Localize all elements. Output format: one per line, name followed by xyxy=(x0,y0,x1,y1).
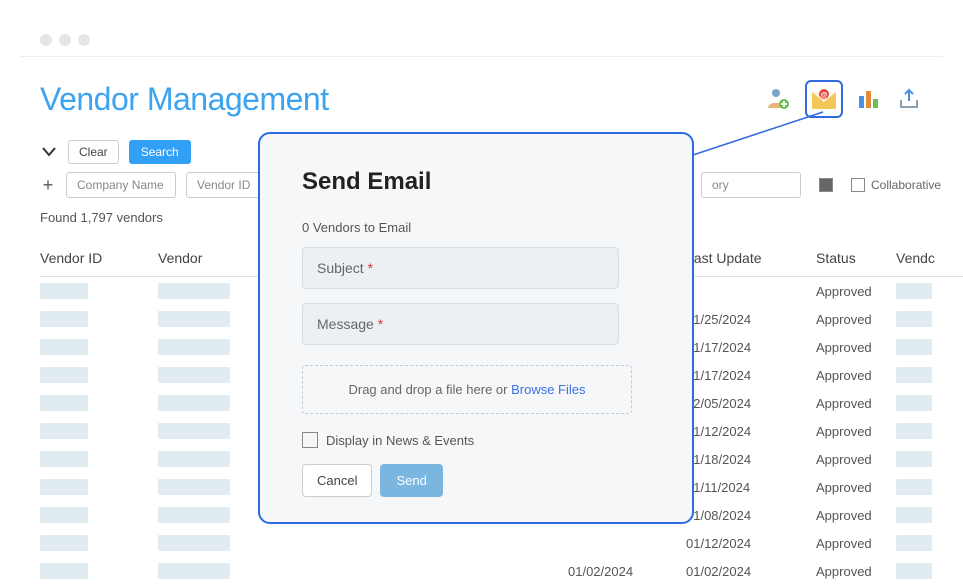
vendor-placeholder-2 xyxy=(896,395,932,411)
vendor-id-placeholder xyxy=(40,563,88,579)
vendor-placeholder xyxy=(158,339,230,355)
modal-title: Send Email xyxy=(302,168,650,196)
company-name-filter[interactable]: Company Name xyxy=(66,172,176,198)
add-user-icon[interactable] xyxy=(765,85,793,113)
cell-status: Approved xyxy=(816,312,896,327)
svg-text:@: @ xyxy=(821,92,828,99)
subject-input[interactable]: Subject * xyxy=(302,247,619,289)
cell-last-update: 01/12/2024 xyxy=(686,424,816,439)
header-divider xyxy=(20,56,943,57)
news-events-label: Display in News & Events xyxy=(326,433,474,448)
vendor-id-placeholder xyxy=(40,507,88,523)
modal-subtext: 0 Vendors to Email xyxy=(302,220,650,235)
vendor-placeholder xyxy=(158,535,230,551)
vendor-id-placeholder xyxy=(40,367,88,383)
reports-icon[interactable] xyxy=(855,85,883,113)
required-icon: * xyxy=(378,316,383,332)
vendor-placeholder xyxy=(158,311,230,327)
vendor-placeholder xyxy=(158,507,230,523)
col-last-update[interactable]: Last Update xyxy=(686,250,816,266)
vendor-placeholder-2 xyxy=(896,535,932,551)
cell-status: Approved xyxy=(816,536,896,551)
vendor-placeholder-2 xyxy=(896,367,932,383)
vendor-placeholder xyxy=(158,423,230,439)
browse-files-link[interactable]: Browse Files xyxy=(511,382,585,397)
vendor-id-placeholder xyxy=(40,423,88,439)
window-traffic-lights xyxy=(40,34,90,46)
vendor-id-placeholder xyxy=(40,395,88,411)
vendor-placeholder-2 xyxy=(896,479,932,495)
cell-last-update: 01/17/2024 xyxy=(686,368,816,383)
page-title: Vendor Management xyxy=(40,81,329,118)
cell-last-update: 01/17/2024 xyxy=(686,340,816,355)
vendor-placeholder-2 xyxy=(896,339,932,355)
col-vendor-2[interactable]: Vendc xyxy=(896,250,956,266)
app-window: Vendor Management @ Clear Search + Compa… xyxy=(0,0,963,588)
category-filter[interactable]: ory xyxy=(701,172,801,198)
message-input[interactable]: Message * xyxy=(302,303,619,345)
cell-last-update: 01/02/2024 xyxy=(686,564,816,579)
vendor-placeholder-2 xyxy=(896,507,932,523)
header-actions: @ xyxy=(765,80,923,118)
required-icon: * xyxy=(368,260,373,276)
cell-last-update: 01/25/2024 xyxy=(686,312,816,327)
vendor-id-placeholder xyxy=(40,535,88,551)
vendor-placeholder xyxy=(158,367,230,383)
collaborative-filter[interactable]: Collaborative xyxy=(851,178,941,192)
cell-last-update: 01/08/2024 xyxy=(686,508,816,523)
vendor-placeholder-2 xyxy=(896,283,932,299)
cell-status: Approved xyxy=(816,284,896,299)
cancel-button[interactable]: Cancel xyxy=(302,464,372,497)
cell-status: Approved xyxy=(816,564,896,579)
table-row[interactable]: 01/12/2024Approved xyxy=(40,529,963,557)
cell-status: Approved xyxy=(816,396,896,411)
category-checkbox[interactable] xyxy=(819,178,833,192)
send-button[interactable]: Send xyxy=(380,464,442,497)
collaborative-label: Collaborative xyxy=(871,178,941,192)
vendor-placeholder-2 xyxy=(896,423,932,439)
cell-status: Approved xyxy=(816,424,896,439)
cell-status: Approved xyxy=(816,368,896,383)
add-filter-icon[interactable]: + xyxy=(40,175,56,196)
collapse-icon[interactable] xyxy=(40,143,58,161)
cell-status: Approved xyxy=(816,508,896,523)
cell-last-update: 02/05/2024 xyxy=(686,396,816,411)
cell-last-update: 01/18/2024 xyxy=(686,452,816,467)
export-icon[interactable] xyxy=(895,85,923,113)
send-email-icon[interactable]: @ xyxy=(805,80,843,118)
vendor-placeholder xyxy=(158,479,230,495)
news-events-checkbox[interactable] xyxy=(302,432,318,448)
news-events-option[interactable]: Display in News & Events xyxy=(302,432,650,448)
cell-date-added: 01/02/2024 xyxy=(568,564,686,579)
page-header: Vendor Management @ xyxy=(40,80,923,118)
search-button[interactable]: Search xyxy=(129,140,191,164)
vendor-placeholder xyxy=(158,451,230,467)
collaborative-checkbox[interactable] xyxy=(851,178,865,192)
vendor-id-placeholder xyxy=(40,339,88,355)
vendor-placeholder xyxy=(158,563,230,579)
vendor-id-placeholder xyxy=(40,283,88,299)
cell-last-update: 01/11/2024 xyxy=(686,480,816,495)
vendor-id-placeholder xyxy=(40,479,88,495)
filter-row-1: Clear Search xyxy=(40,140,191,164)
vendor-id-placeholder xyxy=(40,451,88,467)
vendor-id-placeholder xyxy=(40,311,88,327)
vendor-placeholder-2 xyxy=(896,451,932,467)
results-count: Found 1,797 vendors xyxy=(40,210,163,225)
cell-status: Approved xyxy=(816,452,896,467)
cell-status: Approved xyxy=(816,340,896,355)
file-drop-zone[interactable]: Drag and drop a file here or Browse File… xyxy=(302,365,632,414)
col-status[interactable]: Status xyxy=(816,250,896,266)
cell-status: Approved xyxy=(816,480,896,495)
vendor-placeholder-2 xyxy=(896,563,932,579)
cell-last-update: 01/12/2024 xyxy=(686,536,816,551)
table-row[interactable]: 01/02/202401/02/2024Approved xyxy=(40,557,963,585)
modal-actions: Cancel Send xyxy=(302,464,650,497)
col-vendor-id[interactable]: Vendor ID xyxy=(40,250,158,266)
clear-button[interactable]: Clear xyxy=(68,140,119,164)
vendor-placeholder-2 xyxy=(896,311,932,327)
vendor-placeholder xyxy=(158,395,230,411)
vendor-placeholder xyxy=(158,283,230,299)
send-email-modal: Send Email 0 Vendors to Email Subject * … xyxy=(258,132,694,524)
